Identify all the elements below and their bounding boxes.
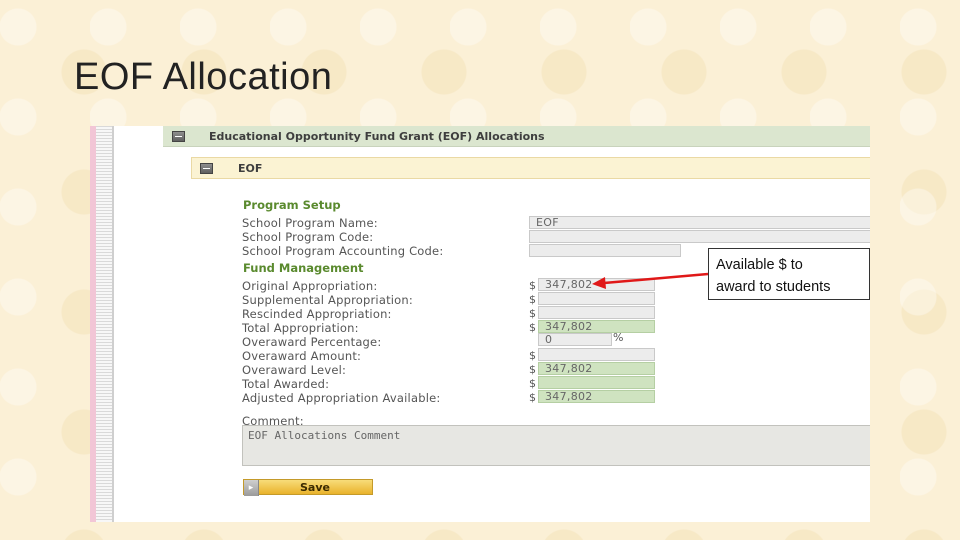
total-appropriation-label: Total Appropriation: — [242, 321, 359, 335]
arrow-shaft — [603, 272, 709, 285]
rescinded-appropriation-label: Rescinded Appropriation: — [242, 307, 392, 321]
callout-line-1: Available $ to — [716, 257, 803, 273]
supplemental-appropriation-label: Supplemental Appropriation: — [242, 293, 413, 307]
section-title: Educational Opportunity Fund Grant (EOF)… — [209, 130, 545, 143]
total-awarded-label: Total Awarded: — [242, 377, 330, 391]
total-appropriation-field: 347,802 — [538, 320, 655, 333]
subsection-title: EOF — [238, 162, 263, 175]
currency-symbol: $ — [529, 377, 536, 390]
left-divider — [112, 126, 114, 522]
fund-management-heading: Fund Management — [243, 261, 364, 275]
arrow-head — [592, 277, 606, 289]
supplemental-appropriation-field[interactable] — [538, 292, 655, 305]
overaward-amount-field[interactable] — [538, 348, 655, 361]
comment-textarea[interactable]: EOF Allocations Comment — [242, 425, 870, 466]
collapse-icon[interactable] — [200, 163, 213, 174]
original-appropriation-label: Original Appropriation: — [242, 279, 378, 293]
rescinded-appropriation-field[interactable] — [538, 306, 655, 319]
save-button[interactable]: ▸ Save — [243, 479, 373, 496]
currency-symbol: $ — [529, 307, 536, 320]
percent-symbol: % — [613, 331, 624, 344]
currency-symbol: $ — [529, 293, 536, 306]
chevron-right-icon: ▸ — [244, 480, 259, 496]
school-program-name-field[interactable]: EOF — [529, 216, 870, 229]
subsection-header[interactable]: EOF — [191, 157, 870, 179]
currency-symbol: $ — [529, 321, 536, 334]
total-awarded-field — [538, 376, 655, 389]
program-setup-heading: Program Setup — [243, 198, 341, 212]
screenshot-panel: Educational Opportunity Fund Grant (EOF)… — [90, 126, 870, 522]
adjusted-appropriation-label: Adjusted Appropriation Available: — [242, 391, 441, 405]
currency-symbol: $ — [529, 363, 536, 376]
accounting-code-field[interactable] — [529, 244, 681, 257]
currency-symbol: $ — [529, 279, 536, 292]
overaward-percentage-label: Overaward Percentage: — [242, 335, 382, 349]
adjusted-appropriation-field: 347,802 — [538, 390, 655, 403]
currency-symbol: $ — [529, 391, 536, 404]
overaward-level-field: 347,802 — [538, 362, 655, 375]
red-arrow-icon — [592, 272, 709, 289]
school-program-name-label: School Program Name: — [242, 216, 378, 230]
callout-box: Available $ to award to students — [708, 248, 870, 300]
callout-line-2: award to students — [716, 279, 831, 295]
school-program-code-label: School Program Code: — [242, 230, 374, 244]
section-header[interactable]: Educational Opportunity Fund Grant (EOF)… — [163, 126, 870, 147]
overaward-percentage-field[interactable]: 0 — [538, 333, 612, 346]
save-button-label: Save — [300, 481, 330, 494]
overaward-amount-label: Overaward Amount: — [242, 349, 362, 363]
school-program-code-field[interactable] — [529, 230, 870, 243]
accounting-code-label: School Program Accounting Code: — [242, 244, 444, 258]
currency-symbol: $ — [529, 349, 536, 362]
left-dotted-strip — [96, 126, 112, 522]
collapse-icon[interactable] — [172, 131, 185, 142]
overaward-level-label: Overaward Level: — [242, 363, 347, 377]
slide-title: EOF Allocation — [74, 56, 333, 98]
